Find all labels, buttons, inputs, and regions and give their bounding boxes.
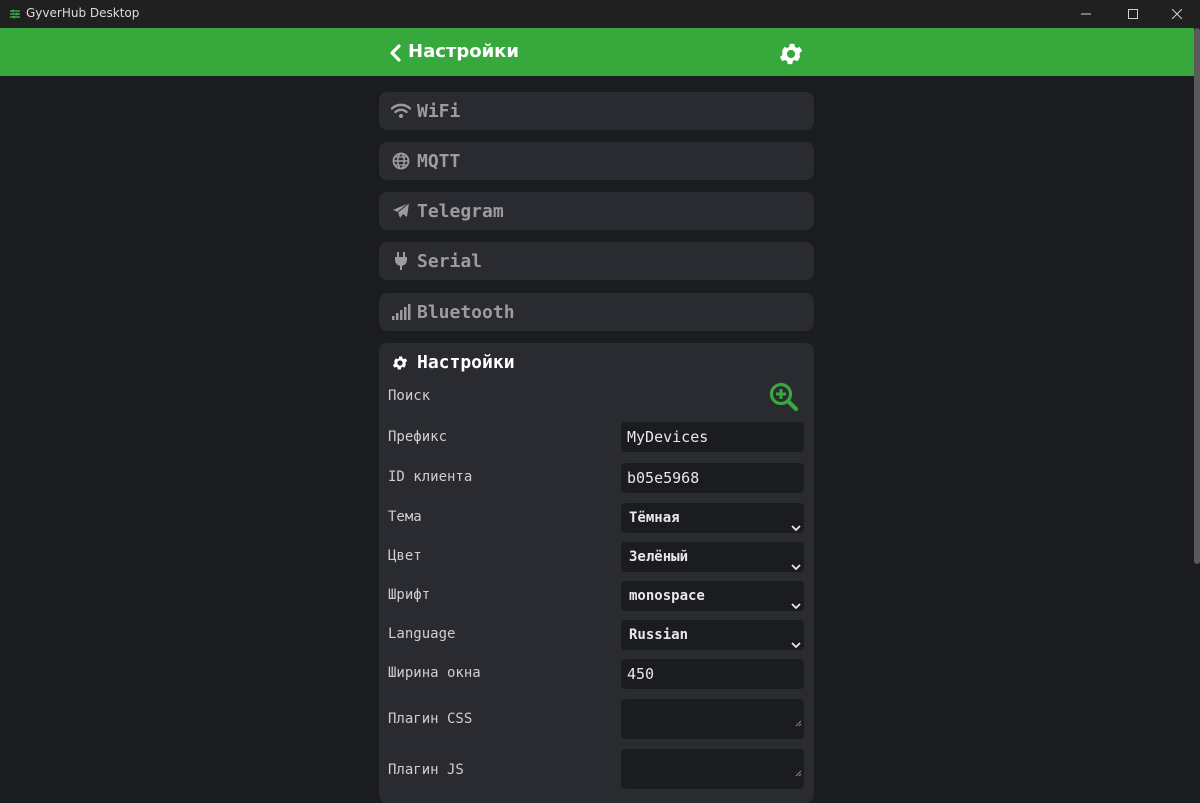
section-label: WiFi	[417, 100, 461, 122]
settings-panel: Настройки Поиск Префикс MyDevices ID кли…	[379, 343, 814, 803]
scrollbar-thumb[interactable]	[1194, 28, 1200, 564]
gear-icon	[391, 353, 411, 373]
gear-icon[interactable]	[777, 40, 805, 72]
client-id-label: ID клиента	[388, 469, 473, 485]
language-label: Language	[388, 626, 456, 642]
plug-icon	[391, 251, 411, 271]
section-label: Serial	[417, 250, 483, 272]
plugin-css-label: Плагин CSS	[388, 711, 473, 727]
color-select[interactable]: Зелёный	[621, 542, 804, 572]
client-id-input[interactable]: b05e5968	[621, 463, 804, 493]
search-label: Поиск	[388, 388, 431, 404]
plugin-js-textarea[interactable]	[621, 749, 804, 789]
minimize-button[interactable]	[1063, 0, 1109, 28]
language-value: Russian	[629, 627, 689, 643]
section-telegram[interactable]: Telegram	[379, 192, 814, 230]
theme-select[interactable]: Тёмная	[621, 503, 804, 533]
window-width-label: Ширина окна	[388, 665, 481, 681]
chevron-down-icon	[791, 513, 801, 543]
signal-bars-icon	[391, 302, 411, 322]
paper-plane-icon	[391, 201, 411, 221]
back-chevron-icon[interactable]	[388, 44, 402, 66]
section-label: Bluetooth	[417, 301, 515, 323]
section-mqtt[interactable]: MQTT	[379, 142, 814, 180]
globe-icon	[391, 151, 411, 171]
close-button[interactable]	[1154, 0, 1200, 28]
section-bluetooth[interactable]: Bluetooth	[379, 293, 814, 331]
font-value: monospace	[629, 588, 705, 604]
chevron-down-icon	[791, 591, 801, 621]
section-wifi[interactable]: WiFi	[379, 92, 814, 130]
wifi-icon	[391, 101, 411, 121]
resize-grip-icon[interactable]	[795, 757, 802, 787]
zoom-in-search-icon[interactable]	[769, 382, 799, 416]
window-width-value: 450	[627, 665, 655, 683]
prefix-input[interactable]: MyDevices	[621, 422, 804, 452]
font-label: Шрифт	[388, 587, 431, 603]
resize-grip-icon[interactable]	[795, 707, 802, 737]
color-label: Цвет	[388, 548, 422, 564]
plugin-js-label: Плагин JS	[388, 762, 464, 778]
plugin-css-textarea[interactable]	[621, 699, 804, 739]
color-value: Зелёный	[629, 549, 689, 565]
font-select[interactable]: monospace	[621, 581, 804, 611]
client-id-value: b05e5968	[627, 469, 700, 487]
language-select[interactable]: Russian	[621, 620, 804, 650]
prefix-label: Префикс	[388, 429, 448, 445]
chevron-down-icon	[791, 630, 801, 660]
chevron-down-icon	[791, 552, 801, 582]
theme-label: Тема	[388, 509, 422, 525]
app-header: Настройки	[0, 28, 1194, 76]
window-title: GyverHub Desktop	[26, 6, 140, 20]
section-label: Telegram	[417, 200, 504, 222]
section-label: MQTT	[417, 150, 461, 172]
maximize-button[interactable]	[1110, 0, 1156, 28]
section-serial[interactable]: Serial	[379, 242, 814, 280]
window-width-input[interactable]: 450	[621, 659, 804, 689]
window-titlebar: GyverHub Desktop	[0, 0, 1200, 28]
theme-value: Тёмная	[629, 510, 680, 526]
page-title[interactable]: Настройки	[408, 41, 519, 62]
prefix-value: MyDevices	[627, 428, 709, 446]
app-logo-icon	[9, 8, 21, 23]
settings-title: Настройки	[417, 352, 515, 373]
